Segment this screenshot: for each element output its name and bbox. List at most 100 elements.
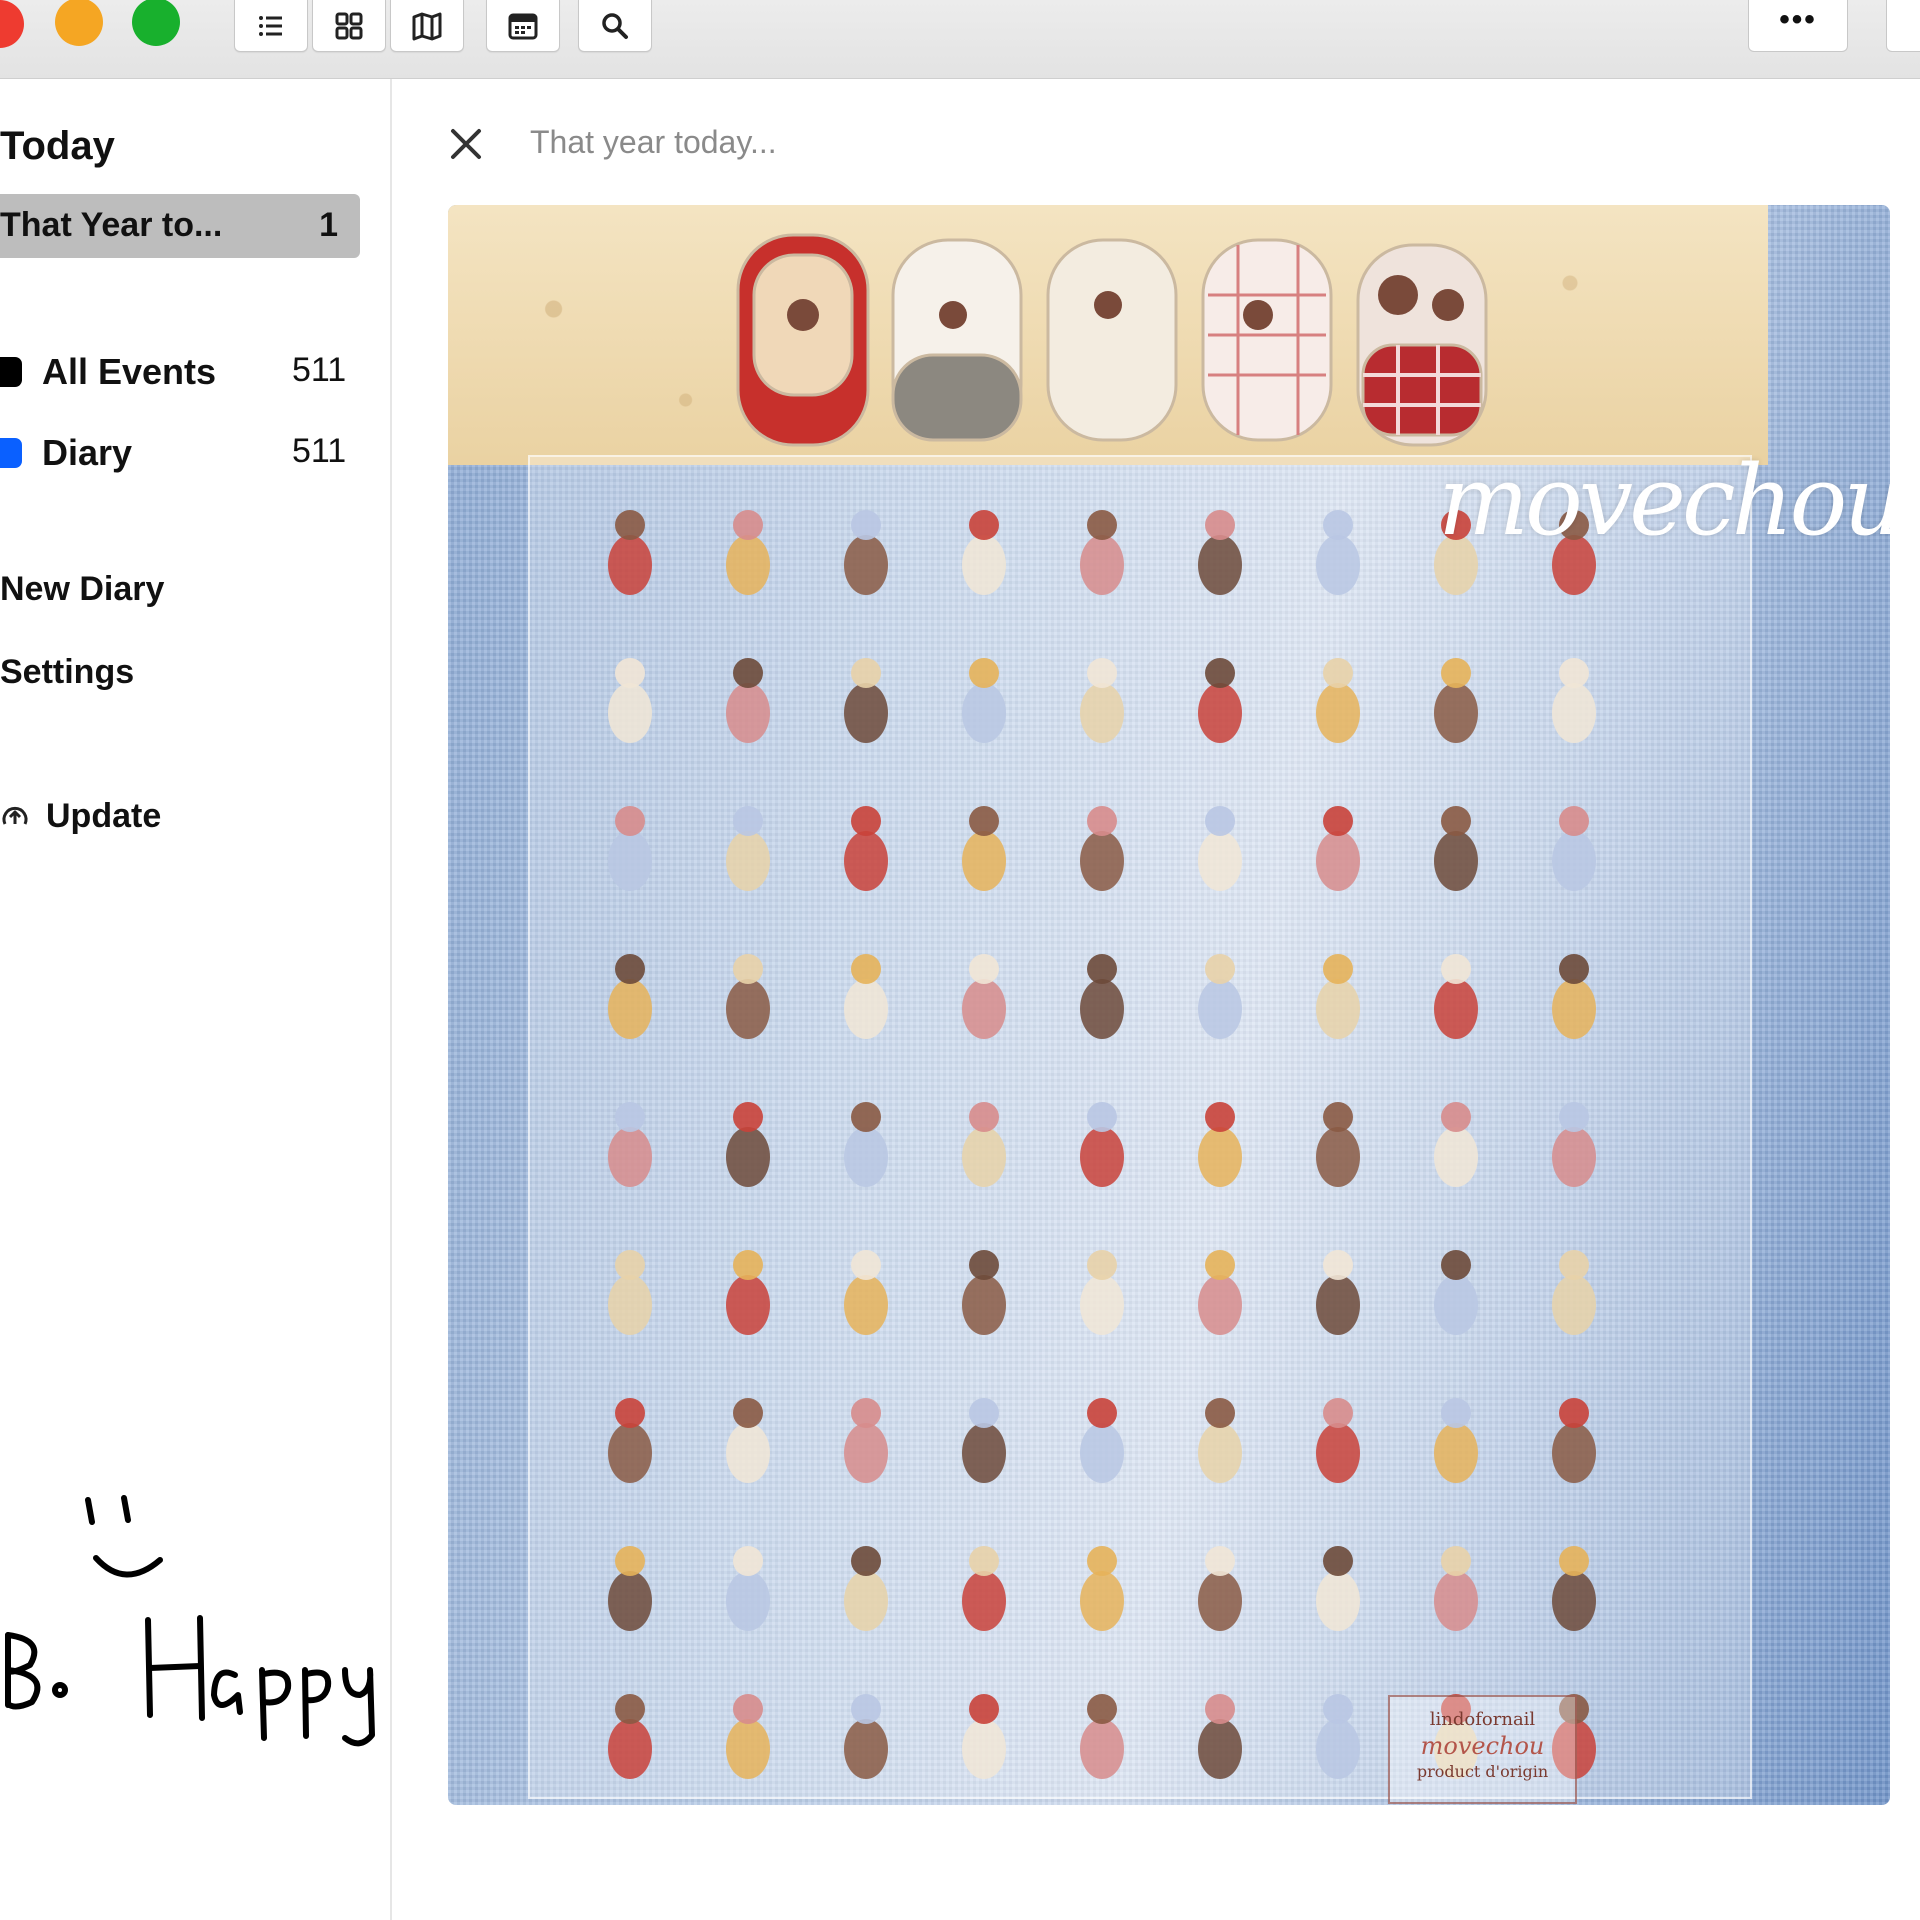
sticker — [726, 1398, 770, 1483]
sticker — [608, 658, 652, 743]
sidebar-item-diary[interactable]: Diary 511 — [0, 428, 350, 478]
sticker — [1434, 1102, 1478, 1187]
sticker — [1434, 1250, 1478, 1335]
zoom-window-button[interactable] — [132, 0, 180, 46]
sticker — [726, 658, 770, 743]
sticker — [1316, 954, 1360, 1039]
photo-watermark: movechou — [1438, 445, 1890, 557]
sticker — [608, 510, 652, 595]
new-diary-link[interactable]: New Diary — [0, 570, 164, 609]
sticker — [1316, 510, 1360, 595]
sticker — [608, 1250, 652, 1335]
update-link[interactable]: Update — [0, 797, 161, 836]
more-options-button[interactable]: ••• — [1748, 0, 1848, 52]
window-toolbar: ••• — [0, 0, 1920, 79]
sidebar-item-count: 511 — [292, 432, 347, 470]
nail-display-card — [448, 205, 1768, 465]
handwritten-be-happy-drawing — [5, 1495, 375, 1747]
map-icon — [412, 12, 442, 40]
calendar-icon — [508, 13, 538, 39]
sticker — [1198, 1546, 1242, 1631]
sticker — [1198, 510, 1242, 595]
sticker — [608, 1546, 652, 1631]
sticker — [844, 1102, 888, 1187]
sticker-brand-label: lindofornail movechou product d'origin — [1388, 1695, 1577, 1804]
sticker — [1080, 658, 1124, 743]
sticker — [1552, 1546, 1596, 1631]
sticker — [844, 1546, 888, 1631]
sidebar-item-count: 511 — [292, 351, 347, 389]
minimize-window-button[interactable] — [55, 0, 103, 46]
sticker — [608, 954, 652, 1039]
sticker — [844, 510, 888, 595]
sticker — [726, 1546, 770, 1631]
nail-tips-illustration — [736, 233, 1488, 447]
sticker — [844, 658, 888, 743]
sticker — [962, 1398, 1006, 1483]
sticker — [608, 806, 652, 891]
sticker — [1198, 658, 1242, 743]
grid-view-button[interactable] — [312, 0, 386, 52]
brand-label-line1: lindofornail — [1429, 1709, 1536, 1730]
sticker — [1080, 1102, 1124, 1187]
sticker — [962, 1694, 1006, 1779]
sticker-sheet — [528, 455, 1752, 1799]
sticker — [1552, 1398, 1596, 1483]
sticker — [962, 658, 1006, 743]
calendar-view-button[interactable] — [486, 0, 560, 52]
sticker — [1080, 510, 1124, 595]
sticker — [1434, 658, 1478, 743]
sticker — [962, 1546, 1006, 1631]
sticker — [1316, 806, 1360, 891]
sticker — [962, 954, 1006, 1039]
sticker — [1198, 954, 1242, 1039]
sticker — [1198, 1102, 1242, 1187]
sticker — [962, 806, 1006, 891]
sticker — [1552, 1250, 1596, 1335]
brand-label-line3: product d'origin — [1416, 1762, 1549, 1781]
sticker — [1552, 954, 1596, 1039]
sticker — [962, 510, 1006, 595]
close-window-button[interactable] — [0, 0, 24, 48]
sticker — [1552, 806, 1596, 891]
sticker — [726, 510, 770, 595]
sticker — [1080, 954, 1124, 1039]
diary-photo: movechou lindofornail movechou product d… — [448, 205, 1890, 1805]
toolbar-edge-button[interactable] — [1886, 0, 1920, 52]
sidebar-item-all-events[interactable]: All Events 511 — [0, 347, 350, 397]
detail-title: That year today... — [530, 124, 777, 160]
sticker-grid-illustration — [608, 510, 1596, 1779]
sticker — [1080, 1398, 1124, 1483]
list-view-button[interactable] — [234, 0, 308, 52]
sticker — [1198, 806, 1242, 891]
sticker — [1080, 806, 1124, 891]
sticker — [1080, 1546, 1124, 1631]
sticker — [1316, 1546, 1360, 1631]
sticker — [1198, 1250, 1242, 1335]
sidebar-heading-today: Today — [0, 124, 115, 168]
sidebar-item-label: All Events — [42, 351, 217, 392]
sidebar-item-label: That Year to... — [0, 206, 223, 244]
sidebar-item-label: Diary — [42, 432, 133, 473]
sticker — [1080, 1694, 1124, 1779]
sticker — [1552, 658, 1596, 743]
search-button[interactable] — [578, 0, 652, 52]
sticker — [1434, 806, 1478, 891]
sticker — [844, 806, 888, 891]
sticker — [1434, 1398, 1478, 1483]
sidebar: Today That Year to... 1 All Events 511 D… — [0, 79, 392, 1920]
close-icon[interactable] — [447, 125, 485, 163]
sticker — [726, 1694, 770, 1779]
map-view-button[interactable] — [390, 0, 464, 52]
settings-link[interactable]: Settings — [0, 653, 134, 692]
sidebar-item-count: 1 — [319, 206, 338, 244]
calendar-color-dot — [0, 438, 22, 468]
sidebar-item-that-year-today[interactable]: That Year to... 1 — [0, 194, 360, 258]
sticker — [844, 1398, 888, 1483]
sticker — [726, 954, 770, 1039]
sticker — [1434, 954, 1478, 1039]
sticker — [726, 1102, 770, 1187]
sticker — [1080, 1250, 1124, 1335]
search-icon — [602, 12, 628, 39]
calendar-color-dot — [0, 357, 22, 387]
